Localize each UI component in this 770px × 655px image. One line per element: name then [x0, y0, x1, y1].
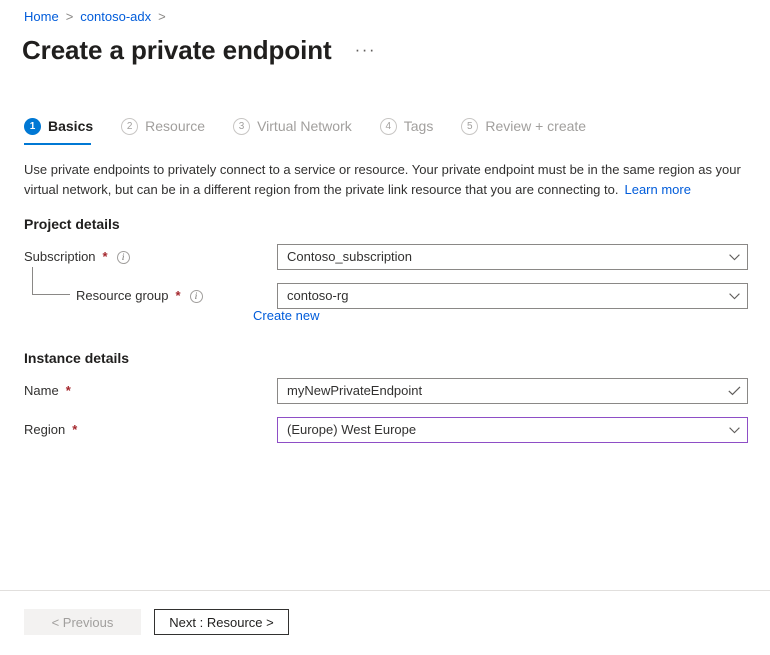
resource-group-dropdown[interactable]: contoso-rg: [277, 283, 748, 309]
subscription-dropdown[interactable]: Contoso_subscription: [277, 244, 748, 270]
subscription-value: Contoso_subscription: [278, 245, 721, 269]
label-text: Subscription: [24, 248, 96, 266]
chevron-down-icon: [721, 254, 747, 261]
subscription-label: Subscription * i: [24, 248, 130, 266]
form-row-region: Region * (Europe) West Europe: [24, 417, 748, 443]
required-asterisk: *: [72, 421, 77, 439]
tab-number-badge: 5: [461, 118, 478, 135]
breadcrumb-item-home[interactable]: Home: [24, 8, 59, 26]
label-text: Name: [24, 382, 59, 400]
region-label: Region *: [24, 421, 77, 439]
page-header: Create a private endpoint ···: [22, 33, 379, 67]
required-asterisk: *: [103, 248, 108, 266]
tree-connector-line: [32, 267, 70, 295]
region-value: (Europe) West Europe: [278, 418, 721, 442]
tab-number-badge: 1: [24, 118, 41, 135]
required-asterisk: *: [66, 382, 71, 400]
region-dropdown[interactable]: (Europe) West Europe: [277, 417, 748, 443]
create-new-resource-group-link[interactable]: Create new: [253, 307, 319, 325]
learn-more-link[interactable]: Learn more: [624, 182, 690, 197]
tab-label: Review + create: [485, 117, 586, 136]
info-icon[interactable]: i: [190, 290, 203, 303]
more-options-icon[interactable]: ···: [352, 39, 379, 60]
tab-number-badge: 3: [233, 118, 250, 135]
tab-label: Basics: [48, 117, 93, 136]
section-heading-project-details: Project details: [24, 215, 120, 234]
tab-label: Virtual Network: [257, 117, 352, 136]
tab-label: Tags: [404, 117, 434, 136]
breadcrumb-separator-icon: >: [158, 8, 166, 26]
next-resource-button[interactable]: Next : Resource >: [154, 609, 289, 635]
resource-group-value: contoso-rg: [278, 284, 721, 308]
breadcrumb-item-contoso-adx[interactable]: contoso-adx: [80, 8, 151, 26]
name-input[interactable]: myNewPrivateEndpoint: [277, 378, 748, 404]
tab-tags[interactable]: 4 Tags: [380, 117, 448, 145]
chevron-down-icon: [721, 427, 747, 434]
form-row-subscription: Subscription * i Contoso_subscription: [24, 244, 748, 270]
tab-number-badge: 2: [121, 118, 138, 135]
info-icon[interactable]: i: [117, 251, 130, 264]
label-text: Region: [24, 421, 65, 439]
create-private-endpoint-page: Home > contoso-adx > Create a private en…: [0, 0, 770, 655]
tab-number-badge: 4: [380, 118, 397, 135]
wizard-footer: < Previous Next : Resource >: [24, 609, 289, 635]
resource-group-label: Resource group * i: [76, 287, 203, 305]
form-row-resource-group: Resource group * i contoso-rg: [24, 283, 748, 309]
chevron-down-icon: [721, 293, 747, 300]
page-title: Create a private endpoint: [22, 33, 332, 67]
breadcrumb: Home > contoso-adx >: [24, 8, 166, 26]
section-heading-instance-details: Instance details: [24, 349, 129, 368]
tab-label: Resource: [145, 117, 205, 136]
previous-button[interactable]: < Previous: [24, 609, 141, 635]
label-text: Resource group: [76, 287, 169, 305]
checkmark-icon: [721, 386, 747, 396]
name-label: Name *: [24, 382, 71, 400]
breadcrumb-separator-icon: >: [66, 8, 74, 26]
tab-review-create[interactable]: 5 Review + create: [461, 117, 600, 145]
footer-divider: [0, 590, 770, 591]
wizard-tabs: 1 Basics 2 Resource 3 Virtual Network 4 …: [24, 117, 614, 145]
name-value: myNewPrivateEndpoint: [278, 379, 721, 403]
tab-basics[interactable]: 1 Basics: [24, 117, 103, 145]
form-row-name: Name * myNewPrivateEndpoint: [24, 378, 748, 404]
tab-virtual-network[interactable]: 3 Virtual Network: [233, 117, 366, 145]
tab-resource[interactable]: 2 Resource: [121, 117, 219, 145]
page-description: Use private endpoints to privately conne…: [24, 160, 746, 200]
required-asterisk: *: [176, 287, 181, 305]
